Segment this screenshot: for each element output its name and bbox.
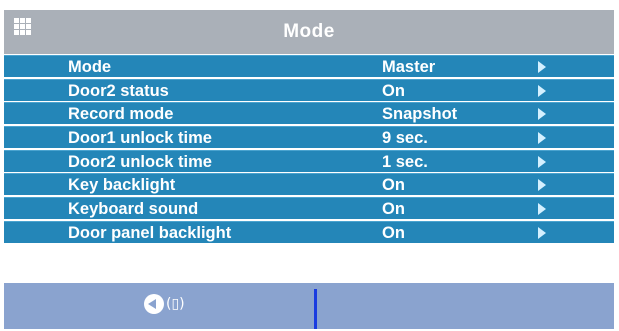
setting-label: Door1 unlock time (68, 129, 212, 148)
setting-row-door1-unlock-time[interactable]: Door1 unlock time 9 sec. (4, 126, 614, 149)
setting-label: Key backlight (68, 176, 176, 195)
chevron-right-icon[interactable] (538, 179, 546, 192)
chevron-right-icon[interactable] (538, 203, 546, 216)
setting-value: On (382, 200, 405, 219)
setting-row-mode[interactable]: Mode Master (4, 55, 614, 77)
settings-screen: Mode Mode Master Door2 status On Record … (0, 0, 619, 331)
chevron-right-icon[interactable] (538, 155, 546, 168)
chevron-right-icon[interactable] (538, 226, 546, 239)
setting-row-door2-unlock-time[interactable]: Door2 unlock time 1 sec. (4, 149, 614, 172)
setting-value: Snapshot (382, 105, 458, 124)
setting-row-record-mode[interactable]: Record mode Snapshot (4, 102, 614, 125)
setting-label: Door2 status (68, 81, 169, 100)
setting-row-key-backlight[interactable]: Key backlight On (4, 173, 614, 196)
setting-label: Door2 unlock time (68, 152, 212, 171)
chevron-right-icon[interactable] (538, 132, 546, 145)
setting-label: Mode (68, 58, 112, 76)
setting-value: Master (382, 58, 436, 76)
chevron-right-icon[interactable] (538, 61, 546, 73)
setting-value: On (382, 223, 405, 242)
back-arrow-icon (144, 294, 164, 314)
setting-row-door-panel-backlight[interactable]: Door panel backlight On (4, 220, 614, 243)
back-button[interactable]: (▯) (4, 283, 314, 329)
setting-value: On (382, 176, 405, 195)
settings-list: Mode Master Door2 status On Record mode … (4, 55, 614, 245)
setting-label: Door panel backlight (68, 223, 232, 242)
footer-bar: (▯) (4, 283, 614, 329)
chevron-right-icon[interactable] (538, 84, 546, 97)
footer-divider (314, 289, 317, 329)
setting-row-door2-status[interactable]: Door2 status On (4, 78, 614, 101)
setting-value: 9 sec. (382, 129, 428, 148)
setting-label: Record mode (68, 105, 174, 124)
back-hint-text: (▯) (166, 296, 185, 312)
setting-value: 1 sec. (382, 152, 428, 171)
page-title: Mode (283, 21, 335, 42)
setting-row-keyboard-sound[interactable]: Keyboard sound On (4, 197, 614, 220)
chevron-right-icon[interactable] (538, 108, 546, 121)
back-hint: (▯) (144, 294, 185, 314)
setting-value: On (382, 81, 405, 100)
title-bar: Mode (4, 10, 614, 54)
setting-label: Keyboard sound (68, 200, 199, 219)
